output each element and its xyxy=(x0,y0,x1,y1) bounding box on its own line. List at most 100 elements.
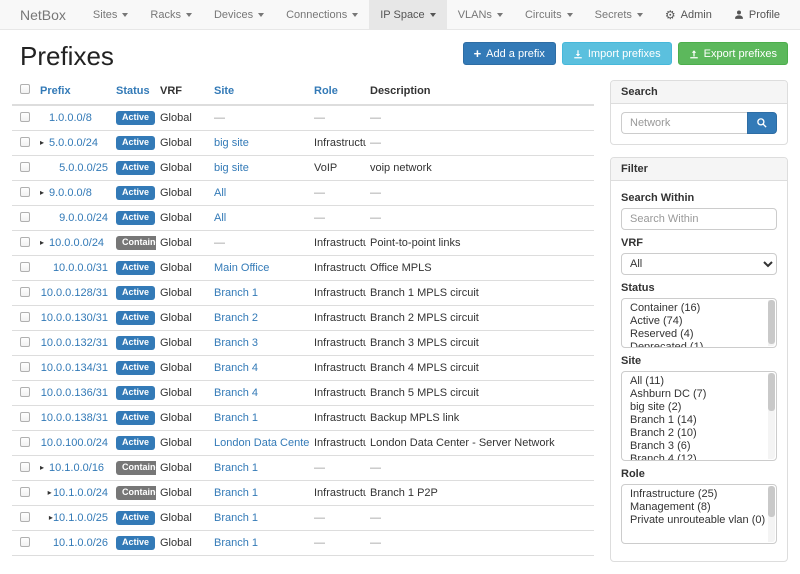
expand-arrow-icon[interactable]: ▸ xyxy=(40,187,49,199)
status-badge[interactable]: Active xyxy=(116,111,155,125)
brand-logo[interactable]: NetBox xyxy=(0,0,82,29)
expand-arrow-icon[interactable]: ▸ xyxy=(40,137,49,149)
status-badge[interactable]: Active xyxy=(116,136,155,150)
status-badge[interactable]: Container xyxy=(116,236,156,250)
status-badge[interactable]: Active xyxy=(116,411,155,425)
row-checkbox[interactable] xyxy=(20,287,30,297)
site-filter-option[interactable]: Branch 4 (12) xyxy=(622,453,766,461)
status-badge[interactable]: Active xyxy=(116,286,155,300)
site-filter-option[interactable]: big site (2) xyxy=(622,401,766,414)
status-filter-option[interactable]: Reserved (4) xyxy=(622,328,766,341)
scrollbar-track[interactable] xyxy=(768,486,775,542)
row-checkbox[interactable] xyxy=(20,137,30,147)
role-filter-option[interactable]: Private unrouteable vlan (0) xyxy=(622,514,766,527)
status-badge[interactable]: Active xyxy=(116,261,155,275)
prefix-link[interactable]: 5.0.0.0/25 xyxy=(59,162,108,174)
nav-item-circuits[interactable]: Circuits xyxy=(514,0,584,29)
scrollbar-thumb[interactable] xyxy=(768,486,775,517)
site-link[interactable]: Branch 2 xyxy=(214,312,258,324)
import-prefixes-button[interactable]: Import prefixes xyxy=(562,42,672,65)
search-within-input[interactable] xyxy=(621,208,777,230)
row-checkbox[interactable] xyxy=(20,387,30,397)
nav-item-logout[interactable]: Log out xyxy=(791,0,800,29)
status-filter-option[interactable]: Active (74) xyxy=(622,315,766,328)
row-checkbox[interactable] xyxy=(20,187,30,197)
status-badge[interactable]: Active xyxy=(116,311,155,325)
role-filter-option[interactable]: Infrastructure (25) xyxy=(622,488,766,501)
search-button[interactable] xyxy=(747,112,777,134)
row-checkbox[interactable] xyxy=(20,362,30,372)
prefix-link[interactable]: 5.0.0.0/24 xyxy=(49,137,98,149)
column-header-role[interactable]: Role xyxy=(310,80,366,105)
nav-item-vlans[interactable]: VLANs xyxy=(447,0,514,29)
nav-item-profile[interactable]: Profile xyxy=(723,0,791,29)
site-filter-listbox[interactable]: All (11)Ashburn DC (7)big site (2) Branch… xyxy=(621,371,777,461)
status-badge[interactable]: Active xyxy=(116,161,155,175)
site-link[interactable]: Branch 4 xyxy=(214,387,258,399)
status-filter-option[interactable]: Deprecated (1) xyxy=(622,341,766,348)
status-badge[interactable]: Active xyxy=(116,386,155,400)
prefix-link[interactable]: 10.0.0.130/31 xyxy=(41,312,108,324)
role-filter-option[interactable]: Management (8) xyxy=(622,501,766,514)
prefix-link[interactable]: 10.0.0.134/31 xyxy=(41,362,108,374)
site-filter-option[interactable]: Branch 2 (10) xyxy=(622,427,766,440)
status-badge[interactable]: Active xyxy=(116,211,155,225)
site-filter-option[interactable]: All (11) xyxy=(622,375,766,388)
scrollbar-thumb[interactable] xyxy=(768,300,775,344)
row-checkbox[interactable] xyxy=(20,262,30,272)
scrollbar-track[interactable] xyxy=(768,373,775,459)
nav-item-secrets[interactable]: Secrets xyxy=(584,0,654,29)
row-checkbox[interactable] xyxy=(20,512,30,522)
scrollbar-thumb[interactable] xyxy=(768,373,775,411)
status-badge[interactable]: Active xyxy=(116,336,155,350)
column-header-prefix[interactable]: Prefix xyxy=(36,80,112,105)
vrf-select[interactable]: All xyxy=(621,253,777,275)
status-filter-listbox[interactable]: Container (16)Active (74)Reserved (4)Dep… xyxy=(621,298,777,348)
prefix-link[interactable]: 10.1.0.0/25 xyxy=(53,512,108,524)
site-link[interactable]: All xyxy=(214,187,226,199)
row-checkbox[interactable] xyxy=(20,437,30,447)
role-filter-listbox[interactable]: Infrastructure (25)Management (8)Private… xyxy=(621,484,777,544)
row-checkbox[interactable] xyxy=(20,112,30,122)
site-link[interactable]: Main Office xyxy=(214,262,269,274)
prefix-link[interactable]: 10.0.100.0/24 xyxy=(41,437,108,449)
site-filter-option[interactable]: Ashburn DC (7) xyxy=(622,388,766,401)
row-checkbox[interactable] xyxy=(20,162,30,172)
scrollbar-track[interactable] xyxy=(768,300,775,346)
export-prefixes-button[interactable]: Export prefixes xyxy=(678,42,788,65)
nav-item-ip-space[interactable]: IP Space xyxy=(369,0,446,29)
nav-item-devices[interactable]: Devices xyxy=(203,0,275,29)
select-all-checkbox[interactable] xyxy=(20,84,30,94)
nav-item-racks[interactable]: Racks xyxy=(139,0,203,29)
prefix-link[interactable]: 10.1.0.0/16 xyxy=(49,462,104,474)
nav-item-sites[interactable]: Sites xyxy=(82,0,139,29)
prefix-link[interactable]: 10.1.0.0/24 xyxy=(53,487,108,499)
site-link[interactable]: Branch 1 xyxy=(214,412,258,424)
site-link[interactable]: All xyxy=(214,212,226,224)
row-checkbox[interactable] xyxy=(20,412,30,422)
site-link[interactable]: Branch 1 xyxy=(214,462,258,474)
prefix-link[interactable]: 10.1.0.0/26 xyxy=(53,537,108,549)
status-badge[interactable]: Container xyxy=(116,486,156,500)
prefix-link[interactable]: 10.0.0.0/24 xyxy=(49,237,104,249)
row-checkbox[interactable] xyxy=(20,337,30,347)
row-checkbox[interactable] xyxy=(20,537,30,547)
row-checkbox[interactable] xyxy=(20,212,30,222)
prefix-link[interactable]: 9.0.0.0/24 xyxy=(59,212,108,224)
status-badge[interactable]: Container xyxy=(116,461,156,475)
row-checkbox[interactable] xyxy=(20,237,30,247)
column-header-status[interactable]: Status xyxy=(112,80,156,105)
site-link[interactable]: Branch 1 xyxy=(214,512,258,524)
prefix-link[interactable]: 9.0.0.0/8 xyxy=(49,187,92,199)
site-filter-option[interactable]: Branch 3 (6) xyxy=(622,440,766,453)
column-header-site[interactable]: Site xyxy=(210,80,310,105)
nav-item-connections[interactable]: Connections xyxy=(275,0,369,29)
site-link[interactable]: Branch 1 xyxy=(214,487,258,499)
prefix-link[interactable]: 10.0.0.128/31 xyxy=(41,287,108,299)
prefix-link[interactable]: 10.0.0.0/31 xyxy=(53,262,108,274)
row-checkbox[interactable] xyxy=(20,462,30,472)
site-link[interactable]: Branch 4 xyxy=(214,362,258,374)
status-badge[interactable]: Active xyxy=(116,361,155,375)
prefix-link[interactable]: 1.0.0.0/8 xyxy=(49,112,92,124)
row-checkbox[interactable] xyxy=(20,312,30,322)
